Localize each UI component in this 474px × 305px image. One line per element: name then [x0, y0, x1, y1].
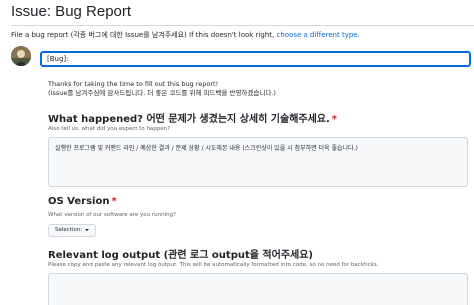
page-title: Issue: Bug Report — [11, 3, 132, 20]
issue-title-input[interactable]: [Bug]: — [40, 51, 471, 67]
required-mark: * — [331, 114, 338, 125]
os-version-label: OS Version * — [48, 196, 117, 207]
intro-line-2: (Issue를 남겨주심에 감사드립니다. 더 좋은 코드를 위해 피드백을 반… — [48, 89, 276, 97]
os-version-description: What version of our software are you run… — [48, 212, 177, 218]
os-version-label-text: OS Version — [48, 196, 110, 207]
issue-form: Thanks for taking the time to fill out t… — [40, 70, 474, 305]
what-happened-textarea[interactable]: 실행한 프로그램 및 커맨드 라인 / 예상한 결과 / 문제 상황 / 시도해… — [48, 137, 468, 187]
form-intro: Thanks for taking the time to fill out t… — [48, 80, 276, 98]
subtitle-text: File a bug report (각종 버그에 대한 Issue를 남겨주세… — [11, 31, 277, 39]
log-output-label: Relevant log output (관련 로그 output을 적어주세요… — [48, 250, 313, 261]
os-version-select-label: Selection: — [55, 227, 83, 233]
chevron-down-icon — [85, 228, 90, 231]
os-version-select[interactable]: Selection: — [48, 224, 97, 237]
required-mark: * — [111, 196, 117, 207]
template-subtitle: File a bug report (각종 버그에 대한 Issue를 남겨주세… — [11, 30, 360, 40]
avatar-image — [11, 46, 31, 66]
what-happened-description: Also tell us, what did you expect to hap… — [48, 126, 171, 132]
log-output-textarea[interactable] — [48, 273, 468, 305]
user-avatar[interactable] — [11, 46, 31, 66]
what-happened-label-text: What happened? 어떤 문제가 생겼는지 상세히 기술해주세요. — [48, 114, 330, 125]
what-happened-label: What happened? 어떤 문제가 생겼는지 상세히 기술해주세요. * — [48, 110, 337, 125]
title-divider — [11, 25, 474, 26]
log-output-description: Please copy and paste any relevant log o… — [48, 262, 379, 268]
intro-line-1: Thanks for taking the time to fill out t… — [48, 80, 219, 88]
choose-different-type-link[interactable]: choose a different type. — [276, 31, 359, 39]
